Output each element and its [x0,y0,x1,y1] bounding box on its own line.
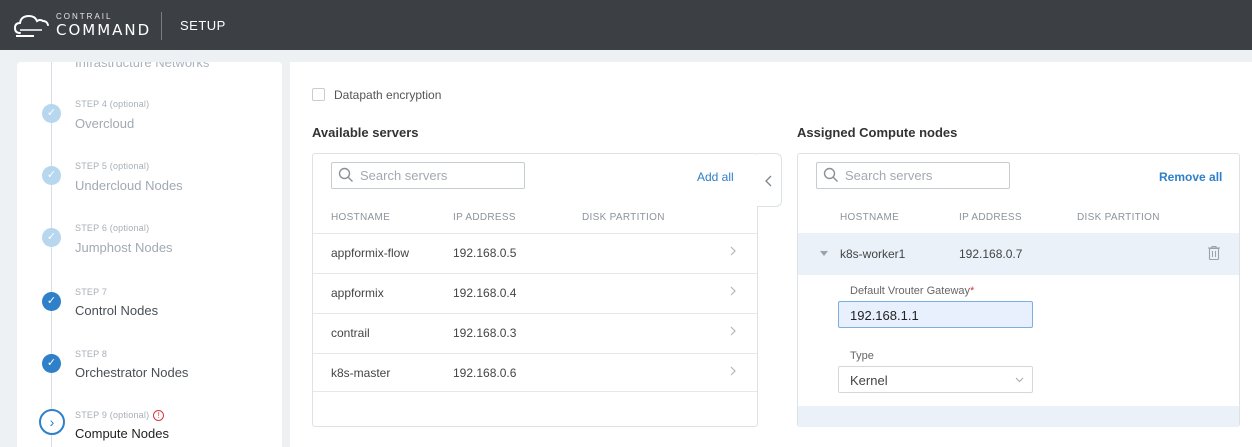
header-divider [161,12,162,40]
step-kicker: STEP 7 [75,287,108,297]
brand-title: COMMAND [56,21,152,39]
check-icon: ✓ [42,228,61,247]
step-overcloud[interactable]: ✓ STEP 4 (optional) Overcloud [17,94,282,150]
type-value: Kernel [850,373,888,388]
assigned-compute-nodes-panel: Search servers Remove all HOSTNAME IP AD… [797,153,1240,427]
assigned-row-k8s-worker1[interactable]: k8s-worker1 192.168.0.7 [798,233,1239,275]
check-icon: ✓ [42,292,61,311]
table-row[interactable]: contrail 192.168.0.3 [313,313,757,352]
type-label: Type [850,350,874,362]
chevron-right-icon[interactable] [726,243,740,259]
table-row[interactable]: appformix-flow 192.168.0.5 [313,233,757,272]
column-header-disk-partition: DISK PARTITION [582,212,665,223]
step-title-cut-off: Infrastructure Networks [75,62,210,70]
column-header-disk-partition: DISK PARTITION [1077,212,1160,223]
column-header-ip-address: IP ADDRESS [959,212,1022,223]
datapath-encryption-label: Datapath encryption [334,88,442,102]
gateway-value: 192.168.1.1 [850,308,919,323]
step-title: Undercloud Nodes [75,178,183,193]
search-icon [823,167,838,182]
available-search-input[interactable]: Search servers [331,162,525,189]
collapse-panel-tab[interactable] [757,153,782,207]
remove-all-button[interactable]: Remove all [1159,170,1222,184]
available-servers-title: Available servers [312,125,419,140]
expand-caret-icon[interactable] [820,251,828,256]
table-row[interactable]: k8s-master 192.168.0.6 [313,353,757,392]
brand-subtitle: CONTRAIL [56,12,113,21]
contrail-command-logo[interactable]: CONTRAIL COMMAND [14,8,174,42]
step-kicker: STEP 5 (optional) [75,161,150,171]
trash-icon[interactable] [1207,245,1221,261]
check-icon: ✓ [42,104,61,123]
step-kicker: STEP 9 (optional)! [75,410,165,421]
required-marker: * [970,285,975,297]
ip-cell: 192.168.0.5 [453,246,517,260]
step-title: Compute Nodes [75,426,169,441]
chevron-down-icon [1015,377,1024,383]
available-servers-panel: Search servers Add all HOSTNAME IP ADDRE… [312,153,758,427]
section-label: SETUP [180,18,226,33]
hostname-cell: appformix-flow [331,246,410,260]
hostname-cell: contrail [331,326,370,340]
step-kicker: STEP 8 [75,349,108,359]
top-bar: CONTRAIL COMMAND SETUP [0,0,1252,50]
hostname-cell: k8s-worker1 [840,247,906,261]
step-undercloud-nodes[interactable]: ✓ STEP 5 (optional) Undercloud Nodes [17,156,282,212]
step-title: Control Nodes [75,303,159,318]
column-header-hostname: HOSTNAME [840,212,900,223]
cloud-logo-icon [14,14,49,37]
ip-cell: 192.168.0.4 [453,286,517,300]
default-vrouter-gateway-input[interactable]: 192.168.1.1 [838,301,1033,328]
step-kicker: STEP 4 (optional) [75,99,150,109]
main-content: Datapath encryption Available servers As… [290,62,1252,447]
ip-cell: 192.168.0.7 [959,247,1023,261]
table-row[interactable]: appformix 192.168.0.4 [313,273,757,312]
column-header-ip-address: IP ADDRESS [453,212,516,223]
ip-cell: 192.168.0.3 [453,326,517,340]
column-header-hostname: HOSTNAME [331,212,391,223]
chevron-right-icon[interactable] [726,323,740,339]
step-title: Orchestrator Nodes [75,365,189,380]
chevron-right-icon[interactable] [726,363,740,379]
step-title: Jumphost Nodes [75,240,173,255]
ip-cell: 192.168.0.6 [453,366,517,380]
step-jumphost-nodes[interactable]: ✓ STEP 6 (optional) Jumphost Nodes [17,218,282,274]
add-all-button[interactable]: Add all [697,170,734,184]
chevron-right-icon[interactable] [726,283,740,299]
wizard-steps-panel: Infrastructure Networks ✓ STEP 4 (option… [17,62,282,447]
chevron-right-icon: › [39,409,65,435]
step-control-nodes[interactable]: ✓ STEP 7 Control Nodes [17,280,282,336]
search-placeholder: Search servers [845,168,933,183]
search-icon [338,167,353,182]
step-compute-nodes[interactable]: › STEP 9 (optional)! Compute Nodes [17,402,282,447]
check-icon: ✓ [42,354,61,373]
assigned-compute-nodes-title: Assigned Compute nodes [797,125,958,140]
hostname-cell: appformix [331,286,384,300]
check-icon: ✓ [42,166,61,185]
step-orchestrator-nodes[interactable]: ✓ STEP 8 Orchestrator Nodes [17,342,282,398]
warning-icon: ! [153,410,165,421]
assigned-panel-footer [798,406,1239,427]
type-select[interactable]: Kernel [838,366,1033,393]
assigned-search-input[interactable]: Search servers [816,162,1010,189]
step-title: Overcloud [75,116,135,131]
chevron-left-icon [765,175,772,187]
datapath-encryption-checkbox[interactable] [312,88,325,101]
gateway-label: Default Vrouter Gateway* [850,285,975,297]
search-placeholder: Search servers [360,168,448,183]
hostname-cell: k8s-master [331,366,391,380]
step-kicker: STEP 6 (optional) [75,223,150,233]
